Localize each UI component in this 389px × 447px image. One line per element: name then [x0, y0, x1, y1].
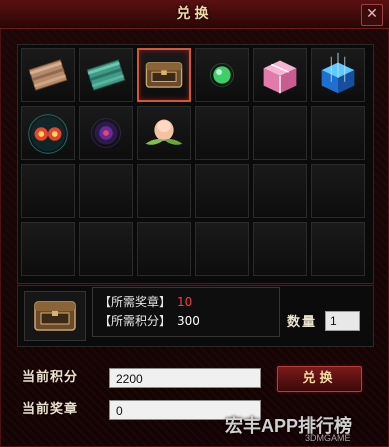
item-slot-fabric-bundle-brown[interactable]: [21, 48, 75, 102]
item-slot-green-orb[interactable]: [195, 48, 249, 102]
watermark-subtext: 3DMGAME: [305, 433, 351, 443]
item-slot-fabric-bundle-teal[interactable]: [79, 48, 133, 102]
green-orb-icon: [209, 62, 235, 88]
item-slot-empty[interactable]: [311, 164, 365, 218]
peach-icon: [145, 119, 183, 145]
quantity-label: 数量: [287, 315, 318, 330]
item-slot-fiery-orb-pair[interactable]: [21, 106, 75, 160]
gift-box-icon: [263, 60, 297, 94]
required-badges-label: 【所需奖章】: [99, 295, 172, 309]
crystal-cube-icon: [321, 52, 355, 94]
item-slot-dark-purple-orb[interactable]: [79, 106, 133, 160]
item-slot-pink-gift-box[interactable]: [253, 48, 307, 102]
item-grid: [17, 44, 374, 284]
item-slot-empty[interactable]: [253, 164, 307, 218]
item-slot-empty[interactable]: [311, 222, 365, 276]
item-slot-empty[interactable]: [137, 222, 191, 276]
current-badges-label: 当前奖章: [22, 402, 79, 417]
item-slot-empty[interactable]: [79, 164, 133, 218]
item-slot-treasure-chest[interactable]: [137, 48, 191, 102]
item-slot-immortal-peach[interactable]: [137, 106, 191, 160]
fabric-bundle-teal-icon: [86, 59, 126, 91]
exchange-button[interactable]: 兑换: [277, 366, 362, 392]
item-slot-blue-crystal-cube[interactable]: [311, 48, 365, 102]
item-slot-empty[interactable]: [195, 164, 249, 218]
required-badges-line: 【所需奖章】 10: [99, 293, 192, 311]
current-points-label: 当前积分: [22, 370, 79, 385]
purple-orb-icon: [91, 118, 121, 148]
current-points-value: 2200: [109, 368, 261, 388]
item-slot-empty[interactable]: [311, 106, 365, 160]
item-slot-empty[interactable]: [21, 164, 75, 218]
item-slot-empty[interactable]: [137, 164, 191, 218]
treasure-chest-icon: [145, 62, 183, 88]
item-slot-empty[interactable]: [253, 222, 307, 276]
item-slot-empty[interactable]: [253, 106, 307, 160]
required-points-label: 【所需积分】: [99, 314, 172, 328]
fabric-bundle-brown-icon: [28, 59, 68, 91]
treasure-chest-icon: [34, 301, 76, 331]
item-slot-empty[interactable]: [195, 106, 249, 160]
fiery-orb-icon: [28, 114, 68, 154]
required-points-line: 【所需积分】 300: [99, 312, 200, 330]
close-icon[interactable]: ✕: [361, 4, 383, 26]
required-badges-value: 10: [177, 295, 193, 309]
item-slot-empty[interactable]: [195, 222, 249, 276]
quantity-input[interactable]: [325, 311, 360, 331]
window-title: 兑换: [176, 6, 213, 22]
requirements-box: 【所需奖章】 10 【所需积分】 300: [92, 287, 280, 337]
item-slot-empty[interactable]: [79, 222, 133, 276]
selected-item-preview: [24, 291, 86, 341]
item-slot-empty[interactable]: [21, 222, 75, 276]
required-points-value: 300: [177, 314, 200, 328]
